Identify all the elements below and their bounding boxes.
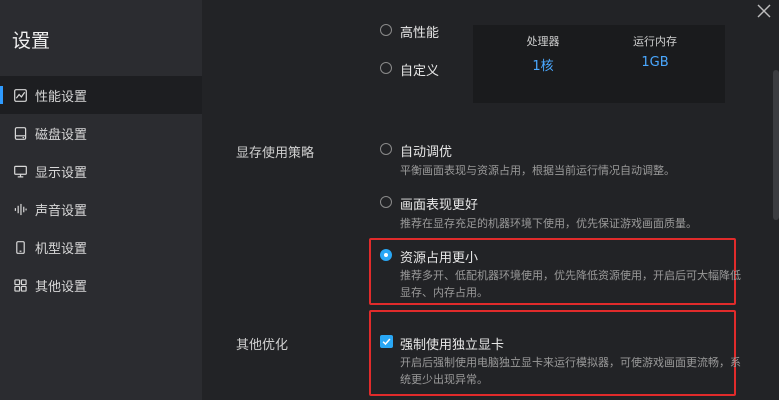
cpu-value: 1核 xyxy=(532,59,554,74)
option-label-low-resource: 资源占用更小 xyxy=(400,251,479,266)
sidebar-item-label: 显示设置 xyxy=(35,165,88,181)
hardware-info-panel: 处理器 1核 运行内存 1GB xyxy=(473,25,725,103)
sidebar-item-display[interactable]: 显示设置 xyxy=(0,152,202,190)
option-label-force-gpu: 强制使用独立显卡 xyxy=(400,338,505,353)
phone-icon xyxy=(14,240,27,254)
ram-label: 运行内存 xyxy=(633,35,677,48)
option-desc-low-resource-line2: 显存、内存占用。 xyxy=(400,286,488,299)
sidebar-item-label: 磁盘设置 xyxy=(35,127,88,143)
cpu-info: 处理器 1核 xyxy=(493,33,593,74)
memory-strategy-label: 显存使用策略 xyxy=(236,146,315,161)
checkmark-icon xyxy=(382,338,391,346)
sound-wave-icon xyxy=(14,203,27,216)
sidebar-item-label: 机型设置 xyxy=(35,241,88,257)
radio-high-performance[interactable] xyxy=(380,24,392,36)
option-desc-auto-tune: 平衡画面表现与资源占用，根据当前运行情况自动调整。 xyxy=(400,164,675,177)
sidebar-item-label: 其他设置 xyxy=(35,279,88,295)
scrollbar[interactable] xyxy=(773,70,779,220)
radio-better-visuals[interactable] xyxy=(380,196,392,208)
settings-title: 设置 xyxy=(12,30,51,52)
performance-chart-icon xyxy=(14,88,27,102)
other-optimization-label: 其他优化 xyxy=(236,338,289,353)
ram-value: 1GB xyxy=(641,55,669,70)
close-button[interactable] xyxy=(755,2,773,20)
sidebar-item-disk[interactable]: 磁盘设置 xyxy=(0,114,202,152)
grid-icon xyxy=(14,278,27,292)
option-desc-force-gpu-line2: 统更少出现异常。 xyxy=(400,373,488,386)
disk-icon xyxy=(14,126,27,140)
sidebar-item-other[interactable]: 其他设置 xyxy=(0,266,202,304)
option-label-auto-tune: 自动调优 xyxy=(400,145,453,160)
sidebar-item-sound[interactable]: 声音设置 xyxy=(0,190,202,228)
checkbox-force-gpu[interactable] xyxy=(380,335,393,348)
sidebar-item-label: 声音设置 xyxy=(35,203,88,219)
sidebar-item-performance[interactable]: 性能设置 xyxy=(0,76,202,114)
radio-auto-tune[interactable] xyxy=(380,143,392,155)
option-desc-better-visuals: 推荐在显存充足的机器环境下使用，优先保证游戏画面质量。 xyxy=(400,217,697,230)
option-label-custom: 自定义 xyxy=(400,64,440,79)
monitor-icon xyxy=(14,165,27,178)
sidebar-item-label: 性能设置 xyxy=(35,89,88,105)
option-desc-force-gpu-line1: 开启后强制使用电脑独立显卡来运行模拟器，可使游戏画面更流畅，系 xyxy=(400,356,741,369)
option-label-better-visuals: 画面表现更好 xyxy=(400,198,479,213)
close-icon xyxy=(757,4,771,18)
sidebar-item-device-model[interactable]: 机型设置 xyxy=(0,228,202,266)
sidebar: 设置 性能设置 磁盘设置 显示设置 声音设置 机型设置 其他设置 xyxy=(0,0,202,400)
sidebar-nav: 性能设置 磁盘设置 显示设置 声音设置 机型设置 其他设置 xyxy=(0,76,202,304)
radio-custom[interactable] xyxy=(380,62,392,74)
option-label-high-performance: 高性能 xyxy=(400,26,440,41)
option-desc-low-resource-line1: 推荐多开、低配机器环境使用，优先降低资源使用，开启后可大幅降低 xyxy=(400,269,741,282)
radio-low-resource[interactable] xyxy=(380,249,392,261)
cpu-label: 处理器 xyxy=(526,35,560,48)
ram-info: 运行内存 1GB xyxy=(605,33,705,70)
